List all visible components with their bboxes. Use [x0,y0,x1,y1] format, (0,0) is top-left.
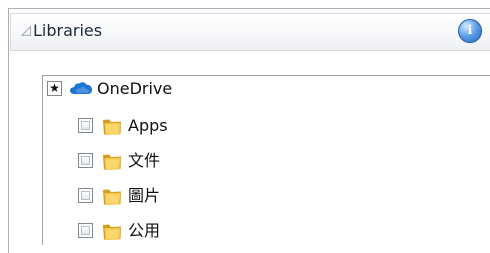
folder-icon [103,154,121,170]
pictures-checkbox[interactable] [78,188,93,203]
apps-label: Apps [128,116,168,135]
libraries-title: Libraries [33,21,103,40]
cloud-icon [70,82,92,94]
apps-checkbox[interactable] [78,118,93,133]
pictures-label: 圖片 [128,186,161,205]
tree-node-onedrive[interactable]: ★ OneDrive [43,76,490,103]
apps-checkbox-box [81,121,90,130]
folder-icon [103,189,121,205]
public-checkbox[interactable] [78,223,93,238]
onedrive-checkbox[interactable]: ★ [47,81,62,96]
pictures-checkbox-box [81,191,90,200]
public-label: 公用 [128,221,161,240]
star-icon: ★ [49,81,60,95]
info-icon-glyph: i [467,23,473,37]
folder-icon [103,224,121,240]
info-icon[interactable]: i [458,19,482,43]
documents-label: 文件 [128,151,161,170]
library-tree: ★ OneDrive Apps 文件 圖片 公用 [42,75,490,245]
documents-checkbox[interactable] [78,153,93,168]
libraries-header[interactable]: ◿ Libraries i [10,13,490,51]
onedrive-label: OneDrive [97,79,173,98]
folder-icon [103,119,121,135]
public-checkbox-box [81,226,90,235]
documents-checkbox-box [81,156,90,165]
